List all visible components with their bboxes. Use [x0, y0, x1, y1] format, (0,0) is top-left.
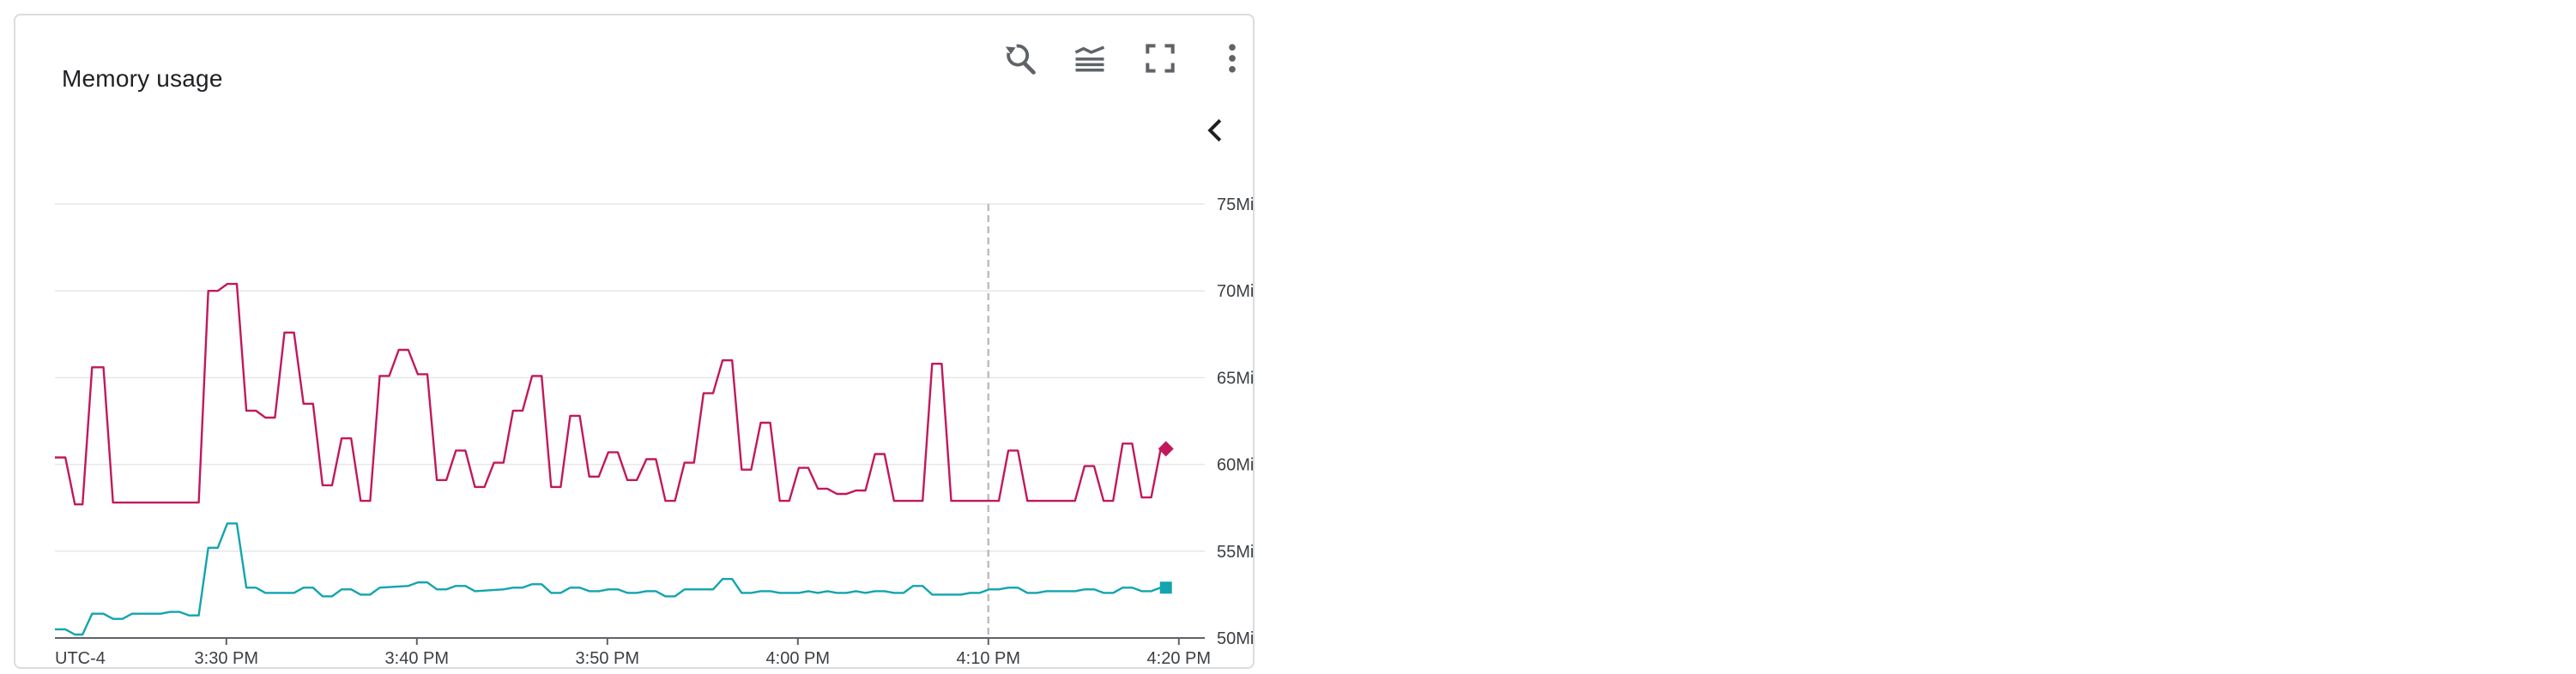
- x-tick-label: 3:30 PM: [195, 649, 258, 667]
- series-end-marker-2: [1159, 581, 1172, 594]
- series-line-2: [55, 522, 1162, 636]
- y-tick-label: 75MiB: [1217, 196, 1253, 214]
- memory-usage-card: Memory usage 75MiB70MiB65MiB60MiB55MiB50…: [14, 14, 1255, 669]
- y-tick-label: 65MiB: [1217, 369, 1253, 388]
- x-tick-label: 4:10 PM: [957, 649, 1020, 667]
- y-tick-label: 60MiB: [1217, 456, 1253, 475]
- timezone-label: UTC-4: [55, 649, 106, 667]
- y-tick-label: 70MiB: [1217, 282, 1253, 301]
- x-tick-label: 3:40 PM: [385, 649, 449, 667]
- x-tick-label: 4:00 PM: [766, 649, 830, 667]
- memory-usage-chart[interactable]: 75MiB 70MiB 65MiB 60MiB 55MiB 50MiB UTC-4 3:30 …: [15, 15, 1253, 667]
- x-tick-label: 3:50 PM: [576, 649, 639, 667]
- series-line-1: [55, 282, 1162, 506]
- y-tick-label: 50MiB: [1217, 629, 1253, 648]
- y-tick-label: 55MiB: [1217, 543, 1253, 562]
- x-tick-label: 4:20 PM: [1147, 649, 1211, 667]
